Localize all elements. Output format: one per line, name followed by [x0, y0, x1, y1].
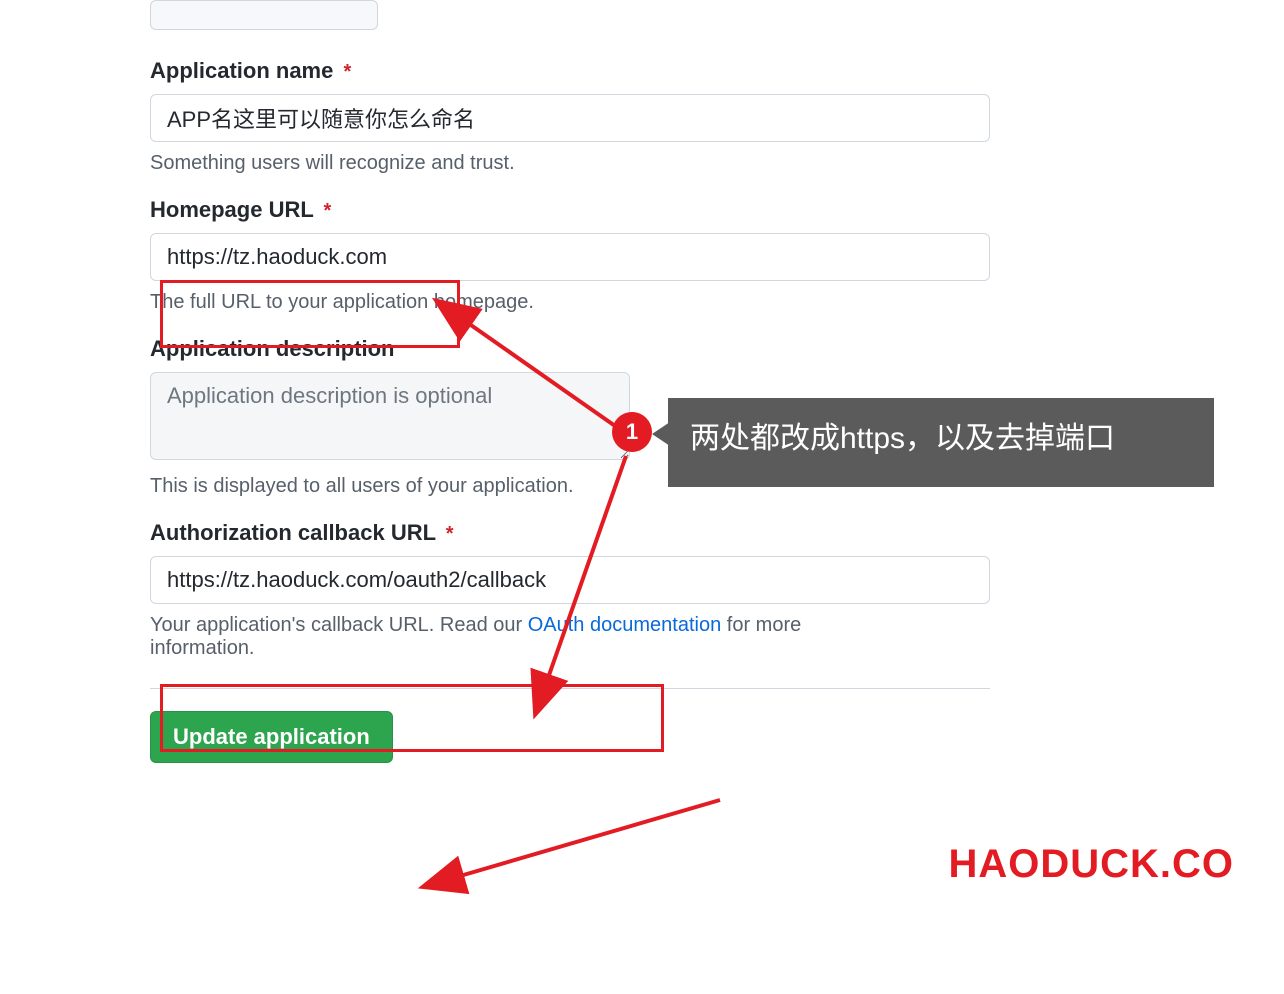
description-label-text: Application description — [150, 336, 394, 361]
form-divider — [150, 688, 990, 689]
update-application-button[interactable]: Update application — [150, 711, 393, 763]
required-asterisk: * — [324, 200, 332, 222]
oauth-doc-link[interactable]: OAuth documentation — [528, 614, 721, 636]
annotation-tooltip: 两处都改成https，以及去掉端口 — [668, 398, 1214, 487]
callback-url-label: Authorization callback URL * — [150, 520, 840, 546]
unknown-top-box — [150, 0, 378, 30]
callback-url-group: Authorization callback URL * Your applic… — [150, 520, 840, 660]
homepage-url-input[interactable] — [150, 233, 990, 281]
required-asterisk: * — [446, 523, 454, 545]
required-asterisk: * — [343, 61, 351, 83]
annotation-badge-1: 1 — [612, 412, 652, 452]
homepage-url-group: Homepage URL * The full URL to your appl… — [150, 197, 840, 314]
description-textarea[interactable] — [150, 372, 630, 460]
watermark-text: HAODUCK.CO — [948, 842, 1234, 887]
homepage-url-help: The full URL to your application homepag… — [150, 291, 840, 314]
callback-url-label-text: Authorization callback URL — [150, 520, 436, 545]
callback-url-help: Your application's callback URL. Read ou… — [150, 614, 840, 660]
homepage-url-label-text: Homepage URL — [150, 197, 313, 222]
app-name-label-text: Application name — [150, 58, 333, 83]
homepage-url-label: Homepage URL * — [150, 197, 840, 223]
callback-url-input[interactable] — [150, 556, 990, 604]
app-name-label: Application name * — [150, 58, 840, 84]
description-label: Application description — [150, 336, 840, 362]
app-name-help: Something users will recognize and trust… — [150, 152, 840, 175]
app-name-group: Application name * Something users will … — [150, 58, 840, 175]
app-name-input[interactable] — [150, 94, 990, 142]
callback-url-help-prefix: Your application's callback URL. Read ou… — [150, 614, 528, 636]
